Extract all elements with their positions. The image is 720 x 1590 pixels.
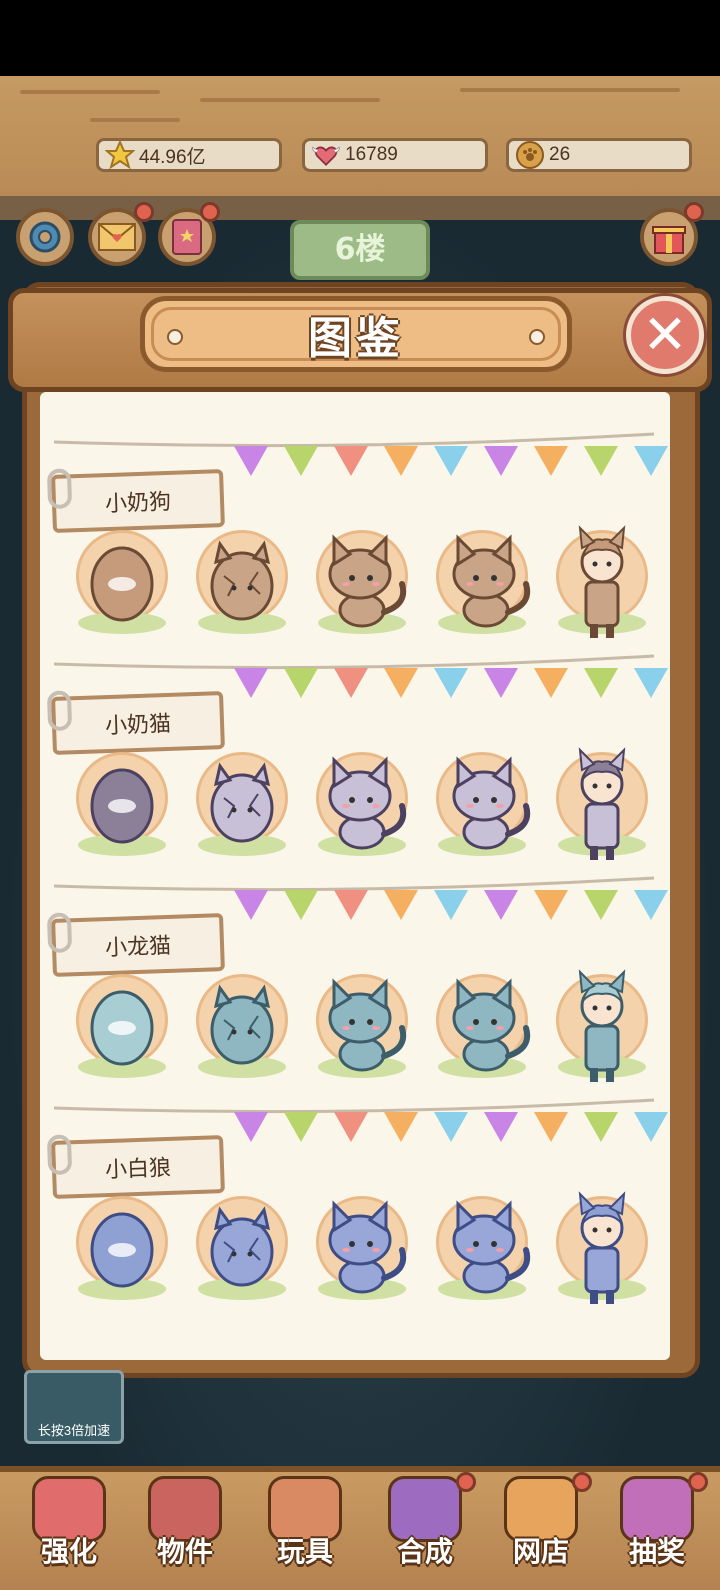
paperclip-icon (46, 468, 73, 510)
stars-value: 44.96亿 (139, 146, 206, 168)
collection-slot[interactable] (190, 968, 294, 1088)
collection-slot[interactable] (550, 1190, 654, 1310)
collection-slot[interactable] (190, 746, 294, 866)
collection-slot[interactable] (70, 524, 174, 644)
nav-button[interactable]: 抽奖 (602, 1472, 712, 1580)
dog-cracked-egg-icon (210, 540, 274, 621)
wolf-baby-pet-icon (328, 1200, 407, 1294)
collection-section: 小白狼 (40, 1098, 670, 1322)
cat-grown-pet-icon (452, 756, 531, 850)
nav-label: 物件 (156, 1535, 213, 1568)
panel-title: 图鉴 (308, 313, 404, 364)
wolf-cracked-egg-icon (210, 1206, 274, 1287)
paperclip-icon (46, 912, 73, 954)
nav-label: 合成 (396, 1535, 453, 1568)
hearts-value: 16789 (345, 144, 398, 165)
nav-notification-dot (688, 1472, 708, 1492)
nav-button[interactable]: 网店 (486, 1472, 596, 1580)
nav-label: 网店 (512, 1535, 569, 1568)
collection-slot[interactable] (430, 524, 534, 644)
collection-slot[interactable] (550, 746, 654, 866)
paperclip-icon (46, 690, 73, 732)
book-icon (172, 219, 202, 255)
cat-human-form-icon (578, 747, 626, 860)
dog-egg-icon (90, 546, 154, 622)
floor-sign: 6楼 (290, 220, 430, 280)
dragon-egg-icon (90, 990, 154, 1066)
star-icon (105, 140, 135, 170)
envelope-icon (98, 223, 136, 251)
book-notification-dot (200, 202, 220, 222)
collection-slot[interactable] (550, 524, 654, 644)
collection-slot[interactable] (430, 968, 534, 1088)
coins-value: 26 (549, 144, 571, 165)
paperclip-icon (46, 1134, 73, 1176)
collection-slot[interactable] (70, 968, 174, 1088)
paw-coin-icon (515, 140, 545, 170)
winged-heart-icon (311, 140, 341, 170)
collection-slot[interactable] (310, 746, 414, 866)
nav-button[interactable]: 物件 (130, 1476, 240, 1580)
nav-label: 抽奖 (628, 1535, 685, 1568)
mail-notification-dot (134, 202, 154, 222)
nav-button[interactable]: 合成 (370, 1472, 480, 1580)
dragon-grown-pet-icon (452, 978, 531, 1072)
dragon-baby-pet-icon (328, 978, 407, 1072)
nav-label: 玩具 (276, 1535, 333, 1568)
nav-button[interactable]: 强化 (14, 1476, 124, 1580)
cat-cracked-egg-icon (210, 762, 274, 843)
dragon-human-form-icon (578, 969, 626, 1082)
section-name: 小奶猫 (104, 711, 172, 740)
section-name: 小龙猫 (104, 933, 172, 962)
wolf-egg-icon (90, 1212, 154, 1288)
stars-counter: 44.96亿 (96, 138, 282, 172)
dog-human-form-icon (578, 525, 626, 638)
speedup-button[interactable]: 长按3倍加速 (24, 1370, 124, 1444)
gear-icon (29, 221, 61, 253)
wolf-grown-pet-icon (452, 1200, 531, 1294)
collection-slot[interactable] (190, 524, 294, 644)
nav-label: 强化 (40, 1535, 97, 1568)
close-button[interactable]: ✕ (626, 296, 704, 374)
status-bar (0, 0, 720, 76)
gift-icon (652, 226, 686, 254)
panel-title-plaque: 图鉴 (140, 296, 572, 372)
nav-notification-dot (456, 1472, 476, 1492)
dragon-cracked-egg-icon (210, 984, 274, 1065)
section-name: 小白狼 (104, 1155, 172, 1184)
dog-grown-pet-icon (452, 534, 531, 628)
collection-slot[interactable] (190, 1190, 294, 1310)
settings-gear-button[interactable] (16, 208, 74, 266)
collection-slot[interactable] (550, 968, 654, 1088)
cat-egg-icon (90, 768, 154, 844)
speedup-label: 长按3倍加速 (37, 1423, 111, 1438)
collection-slot[interactable] (310, 1190, 414, 1310)
collection-slot[interactable] (310, 968, 414, 1088)
dog-baby-pet-icon (328, 534, 407, 628)
section-name: 小奶狗 (104, 489, 172, 518)
close-icon: ✕ (642, 303, 688, 366)
collection-section: 小龙猫 (40, 876, 670, 1100)
collection-slot[interactable] (430, 1190, 534, 1310)
hearts-counter: 16789 (302, 138, 488, 172)
collection-slot[interactable] (310, 524, 414, 644)
coins-counter: 26 (506, 138, 692, 172)
collection-slot[interactable] (70, 746, 174, 866)
gift-notification-dot (684, 202, 704, 222)
collection-slot[interactable] (70, 1190, 174, 1310)
collection-list[interactable]: 小奶狗小奶猫小龙猫小白狼 (40, 392, 670, 1360)
collection-section: 小奶狗 (40, 432, 670, 656)
nav-button[interactable]: 玩具 (250, 1476, 360, 1580)
collection-section: 小奶猫 (40, 654, 670, 878)
wolf-human-form-icon (578, 1191, 626, 1304)
cat-baby-pet-icon (328, 756, 407, 850)
nav-notification-dot (572, 1472, 592, 1492)
collection-slot[interactable] (430, 746, 534, 866)
